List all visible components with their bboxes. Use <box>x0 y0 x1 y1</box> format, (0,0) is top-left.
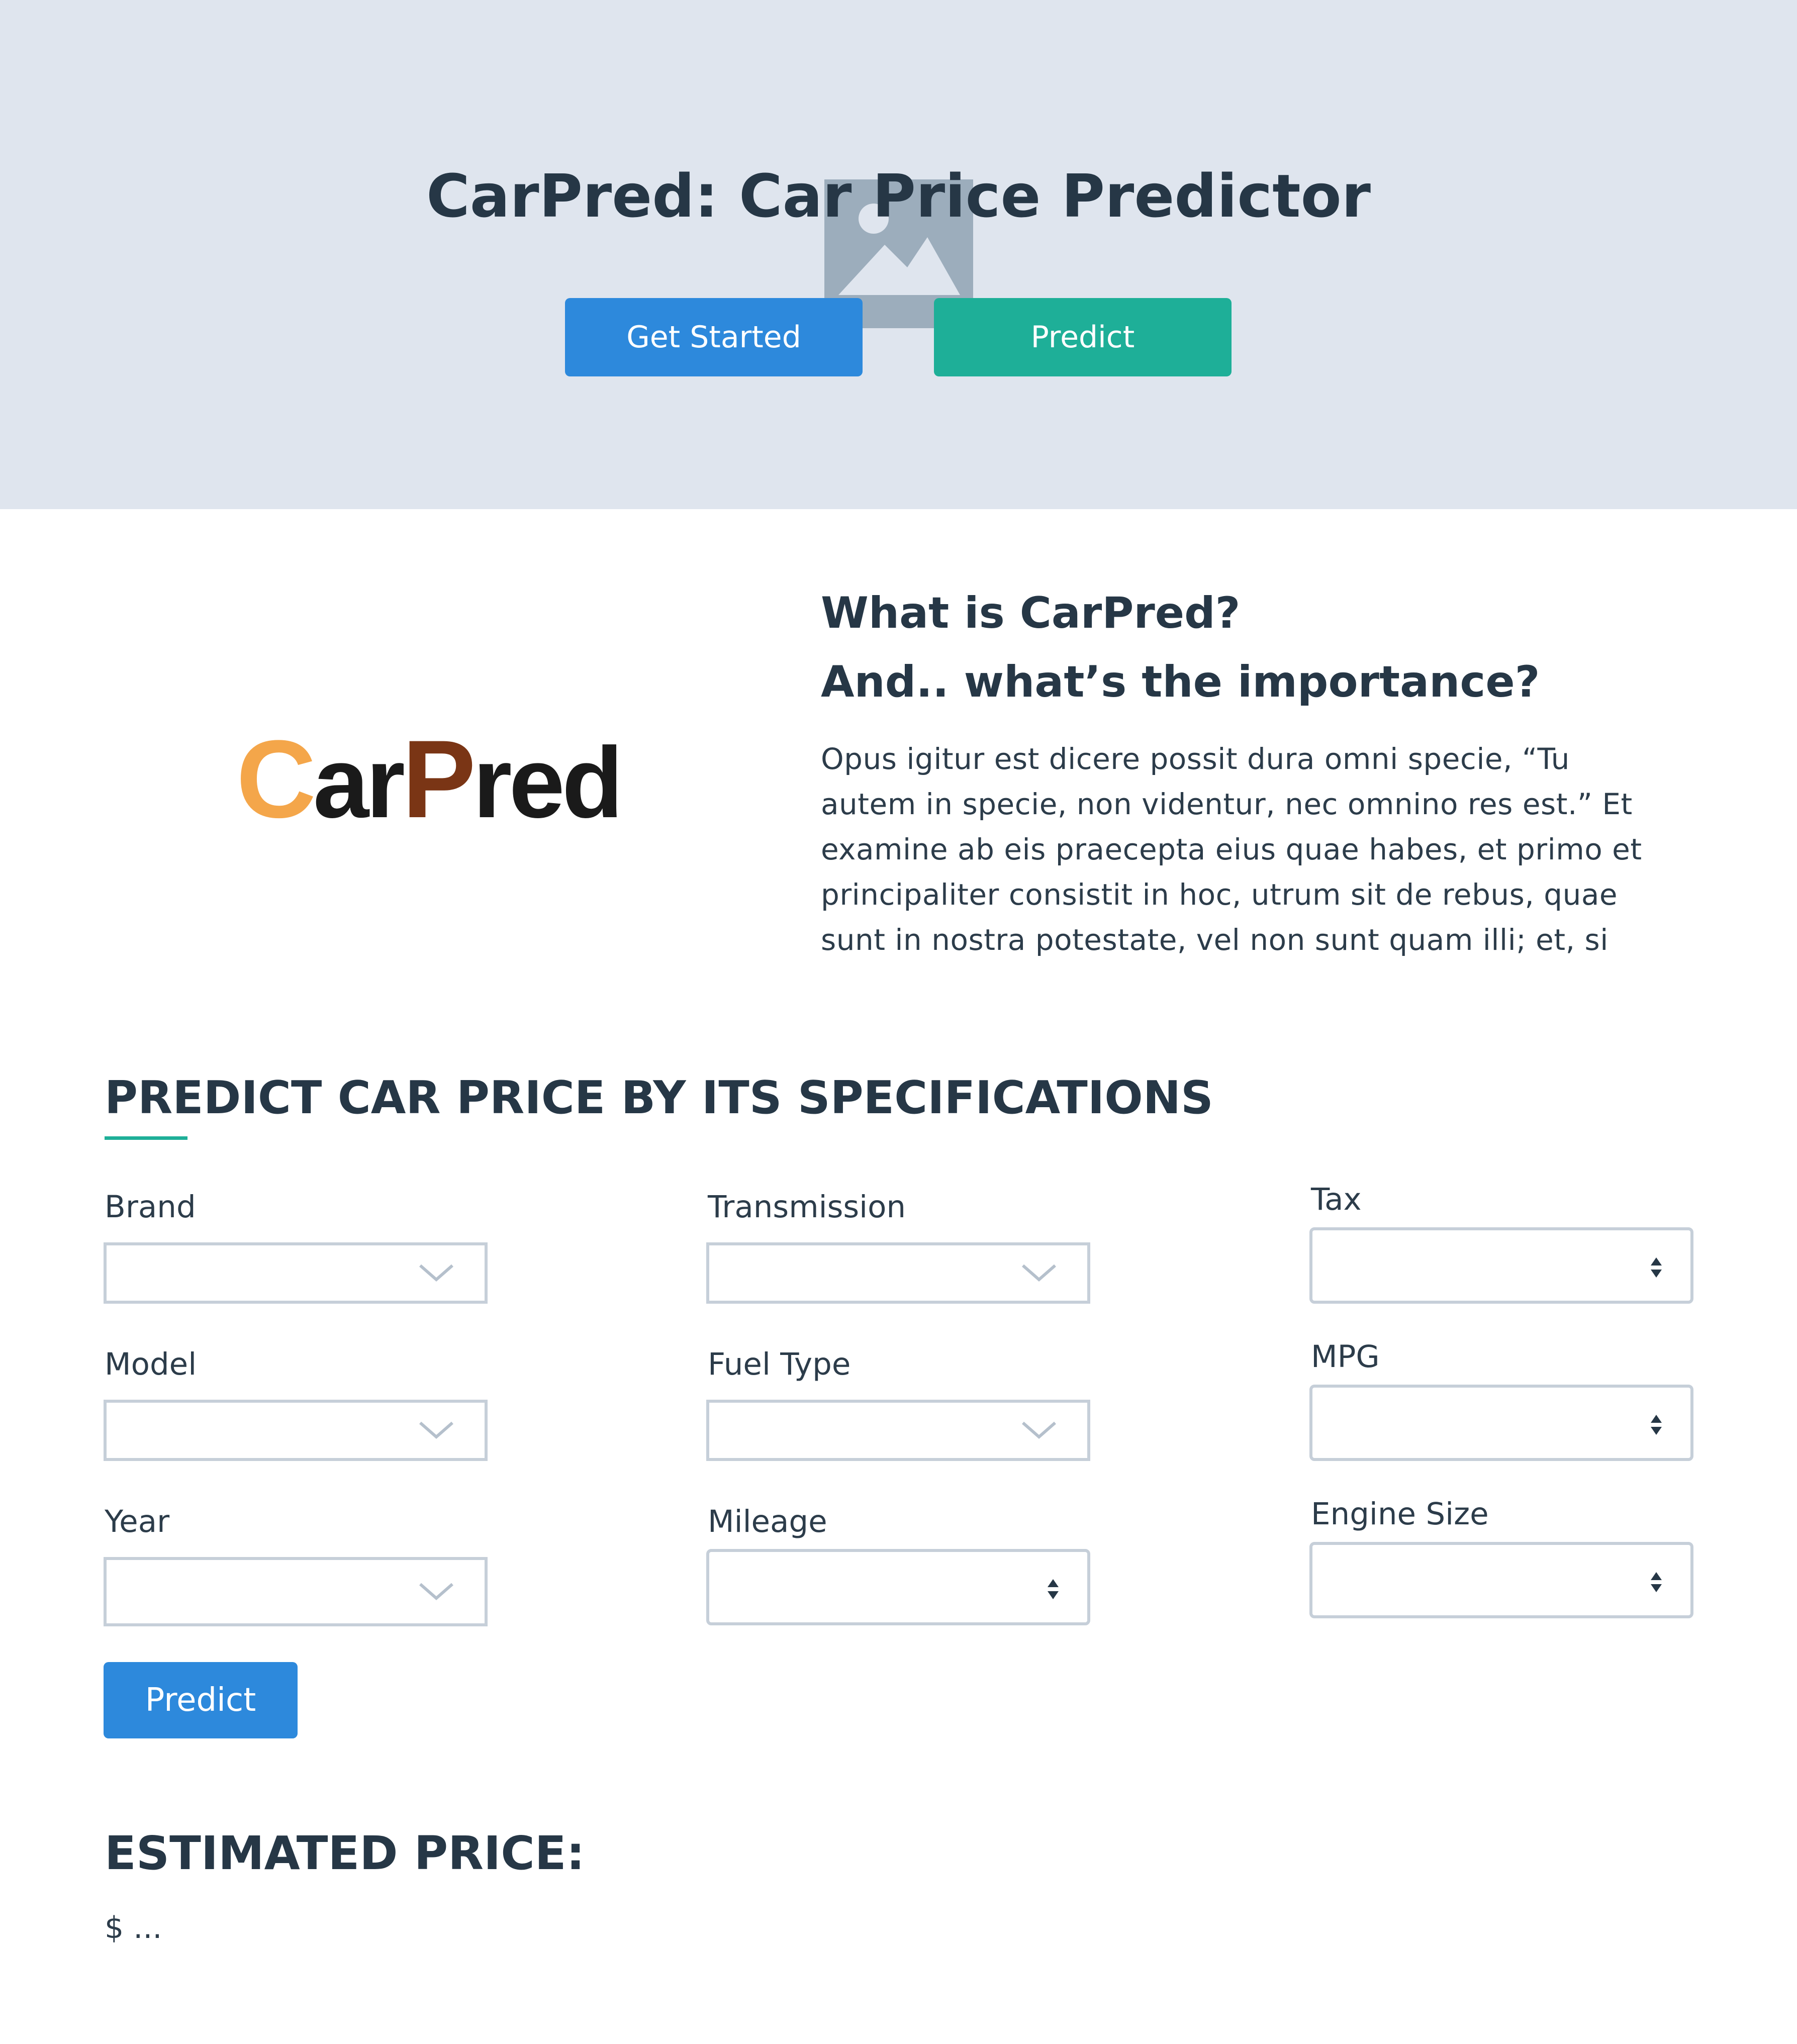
chevron-down-icon <box>419 1421 453 1439</box>
year-select[interactable] <box>104 1557 488 1626</box>
hero-section: CarPred: Car Price Predictor Get Started… <box>0 0 1797 509</box>
chevron-down-icon <box>419 1583 453 1600</box>
about-heading-question-1: What is CarPred? <box>821 588 1241 638</box>
logo-letters-ar: ar <box>313 727 405 839</box>
predict-section-heading: PREDICT CAR PRICE BY ITS SPECIFICATIONS <box>105 1072 1213 1124</box>
page-title: CarPred: Car Price Predictor <box>426 161 1371 231</box>
brand-select[interactable] <box>104 1242 488 1304</box>
carpred-logo: CarPred <box>236 724 623 834</box>
engine-size-label: Engine Size <box>1311 1496 1489 1532</box>
engine-size-input[interactable] <box>1309 1542 1693 1618</box>
logo-letter-p: P <box>402 717 476 841</box>
year-label: Year <box>105 1504 170 1539</box>
about-heading-question-2: And.. what’s the importance? <box>821 657 1540 707</box>
chevron-down-icon <box>1022 1421 1056 1439</box>
logo-letter-c: C <box>236 717 316 841</box>
about-body-text: Opus igitur est dicere possit dura omni … <box>821 742 1642 957</box>
chevron-down-icon <box>419 1264 453 1282</box>
spinner-arrows-icon[interactable] <box>1650 1571 1663 1593</box>
tax-label: Tax <box>1311 1182 1362 1217</box>
mpg-input[interactable] <box>1309 1385 1693 1461</box>
transmission-label: Transmission <box>708 1189 906 1225</box>
heading-underline <box>105 1136 187 1140</box>
fuel-type-select[interactable] <box>706 1400 1090 1461</box>
mpg-label: MPG <box>1311 1339 1380 1375</box>
logo-letters-red: red <box>472 727 623 839</box>
spinner-arrows-icon[interactable] <box>1650 1256 1663 1279</box>
fuel-type-label: Fuel Type <box>708 1346 851 1382</box>
brand-label: Brand <box>105 1189 196 1225</box>
mileage-input[interactable] <box>706 1549 1090 1625</box>
estimated-price-heading: ESTIMATED PRICE: <box>105 1826 585 1880</box>
form-predict-button[interactable]: Predict <box>104 1662 298 1738</box>
tax-input[interactable] <box>1309 1227 1693 1304</box>
mileage-label: Mileage <box>708 1504 827 1539</box>
chevron-down-icon <box>1022 1264 1056 1282</box>
transmission-select[interactable] <box>706 1242 1090 1304</box>
model-label: Model <box>105 1346 197 1382</box>
estimated-price-value: $ ... <box>105 1910 162 1945</box>
hero-predict-button[interactable]: Predict <box>934 298 1232 376</box>
get-started-button[interactable]: Get Started <box>565 298 863 376</box>
model-select[interactable] <box>104 1400 488 1461</box>
spinner-arrows-icon[interactable] <box>1047 1578 1060 1600</box>
spinner-arrows-icon[interactable] <box>1650 1414 1663 1436</box>
